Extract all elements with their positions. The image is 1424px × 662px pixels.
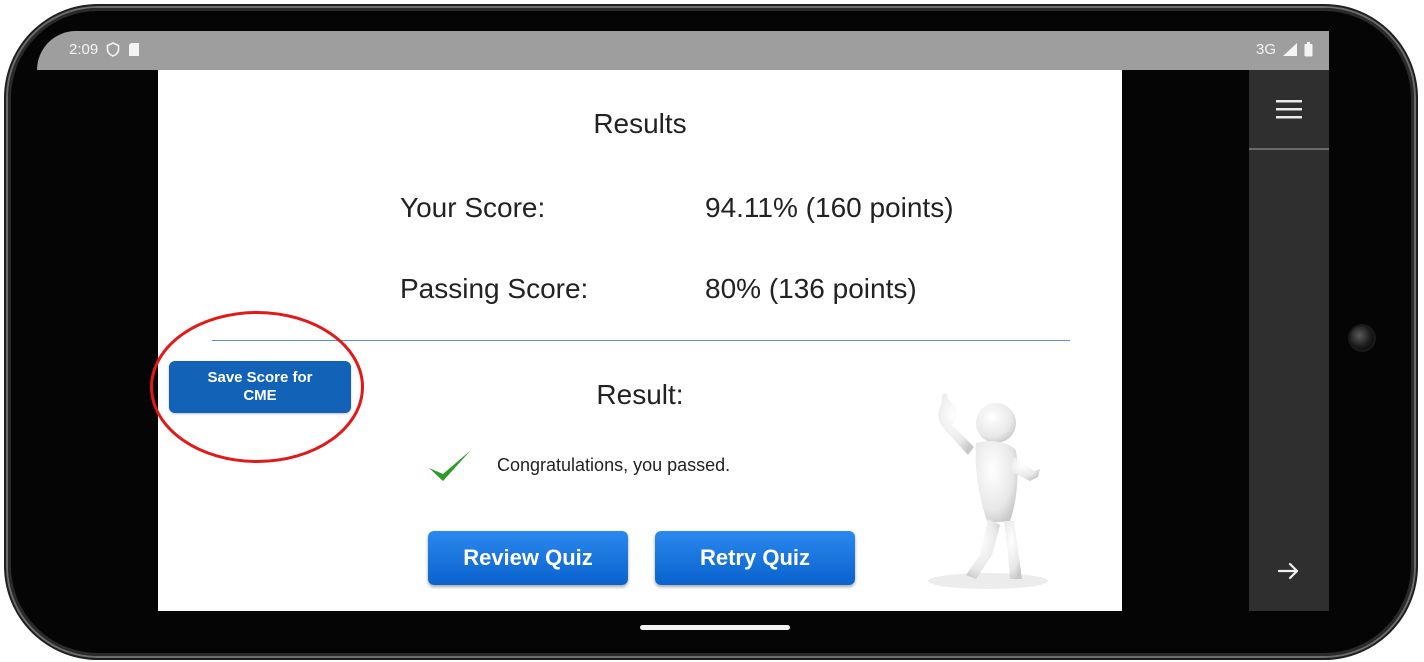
- passing-score-value: 80% (136 points): [705, 273, 917, 304]
- retry-quiz-button[interactable]: Retry Quiz: [655, 531, 855, 585]
- status-time: 2:09: [69, 41, 99, 58]
- sd-card-icon: [129, 43, 140, 56]
- hamburger-menu-icon: [1276, 100, 1302, 119]
- status-right: 3G: [1256, 41, 1313, 58]
- home-indicator[interactable]: [640, 625, 790, 630]
- side-panel: [1249, 70, 1329, 611]
- network-type: 3G: [1255, 41, 1276, 58]
- divider: [212, 340, 1070, 341]
- status-left: 2:09: [69, 41, 140, 58]
- signal-icon: [1283, 43, 1297, 56]
- arrow-right-icon: [1277, 562, 1299, 580]
- camera-icon: [1350, 326, 1374, 350]
- your-score-label: Your Score:: [400, 192, 546, 223]
- battery-icon: [1304, 42, 1313, 57]
- menu-button[interactable]: [1249, 70, 1329, 150]
- your-score-value: 94.11% (160 points): [705, 192, 954, 223]
- thumbs-up-figure-image: [928, 393, 1048, 589]
- page-title: Results: [593, 108, 687, 139]
- review-quiz-button[interactable]: Review Quiz: [428, 531, 628, 585]
- status-bar: 2:09 3G: [37, 31, 1329, 70]
- pass-message: Congratulations, you passed.: [497, 455, 731, 475]
- next-button[interactable]: [1249, 531, 1329, 611]
- quiz-results-screen: Results Your Score: 94.11% (160 points) …: [158, 70, 1122, 611]
- shield-icon: [106, 42, 120, 57]
- passing-score-label: Passing Score:: [400, 273, 589, 304]
- checkmark-icon: [429, 450, 471, 481]
